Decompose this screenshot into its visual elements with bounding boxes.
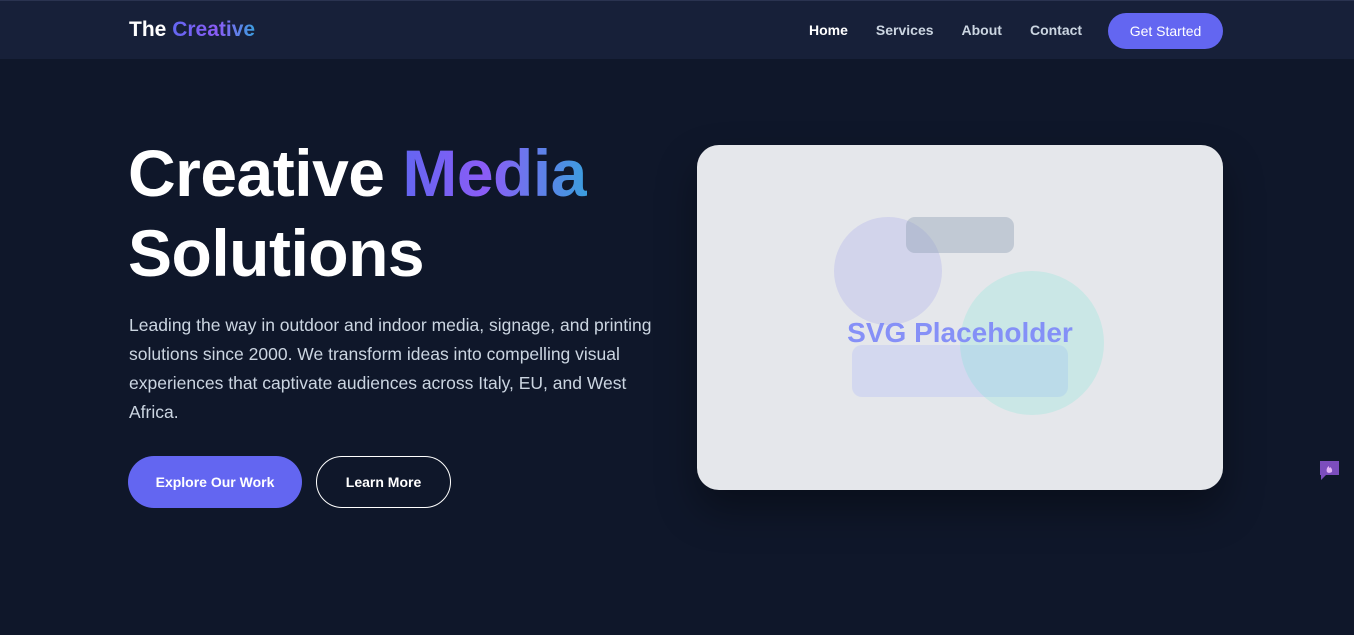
hero-title-accent: Media [402, 136, 587, 210]
nav-link-services[interactable]: Services [876, 22, 934, 38]
hero-title: Creative Media Solutions [128, 133, 587, 293]
chat-bubble-icon-graphic [1320, 461, 1339, 480]
brand-logo[interactable]: The Creative [129, 18, 255, 42]
chat-bubble-icon[interactable] [1318, 459, 1341, 481]
page: The Creative Home Services About Contact… [0, 0, 1354, 635]
hero-title-part1: Creative [128, 136, 385, 210]
nav-link-home[interactable]: Home [809, 22, 848, 38]
navbar: The Creative Home Services About Contact… [0, 0, 1354, 59]
decor-rect-gray [906, 217, 1014, 253]
get-started-button[interactable]: Get Started [1108, 13, 1223, 49]
hero-title-part2: Solutions [128, 216, 425, 290]
explore-our-work-button[interactable]: Explore Our Work [128, 456, 302, 508]
nav-link-contact[interactable]: Contact [1030, 22, 1082, 38]
placeholder-label: SVG Placeholder [847, 317, 1073, 348]
nav-links: Home Services About Contact [809, 22, 1110, 38]
nav-link-about[interactable]: About [962, 22, 1002, 38]
brand-prefix: The [129, 18, 167, 41]
hero-description: Leading the way in outdoor and indoor me… [129, 315, 652, 422]
learn-more-button[interactable]: Learn More [316, 456, 451, 508]
hero-image-placeholder: SVG Placeholder [697, 145, 1223, 490]
brand-accent: Creative [172, 18, 256, 41]
